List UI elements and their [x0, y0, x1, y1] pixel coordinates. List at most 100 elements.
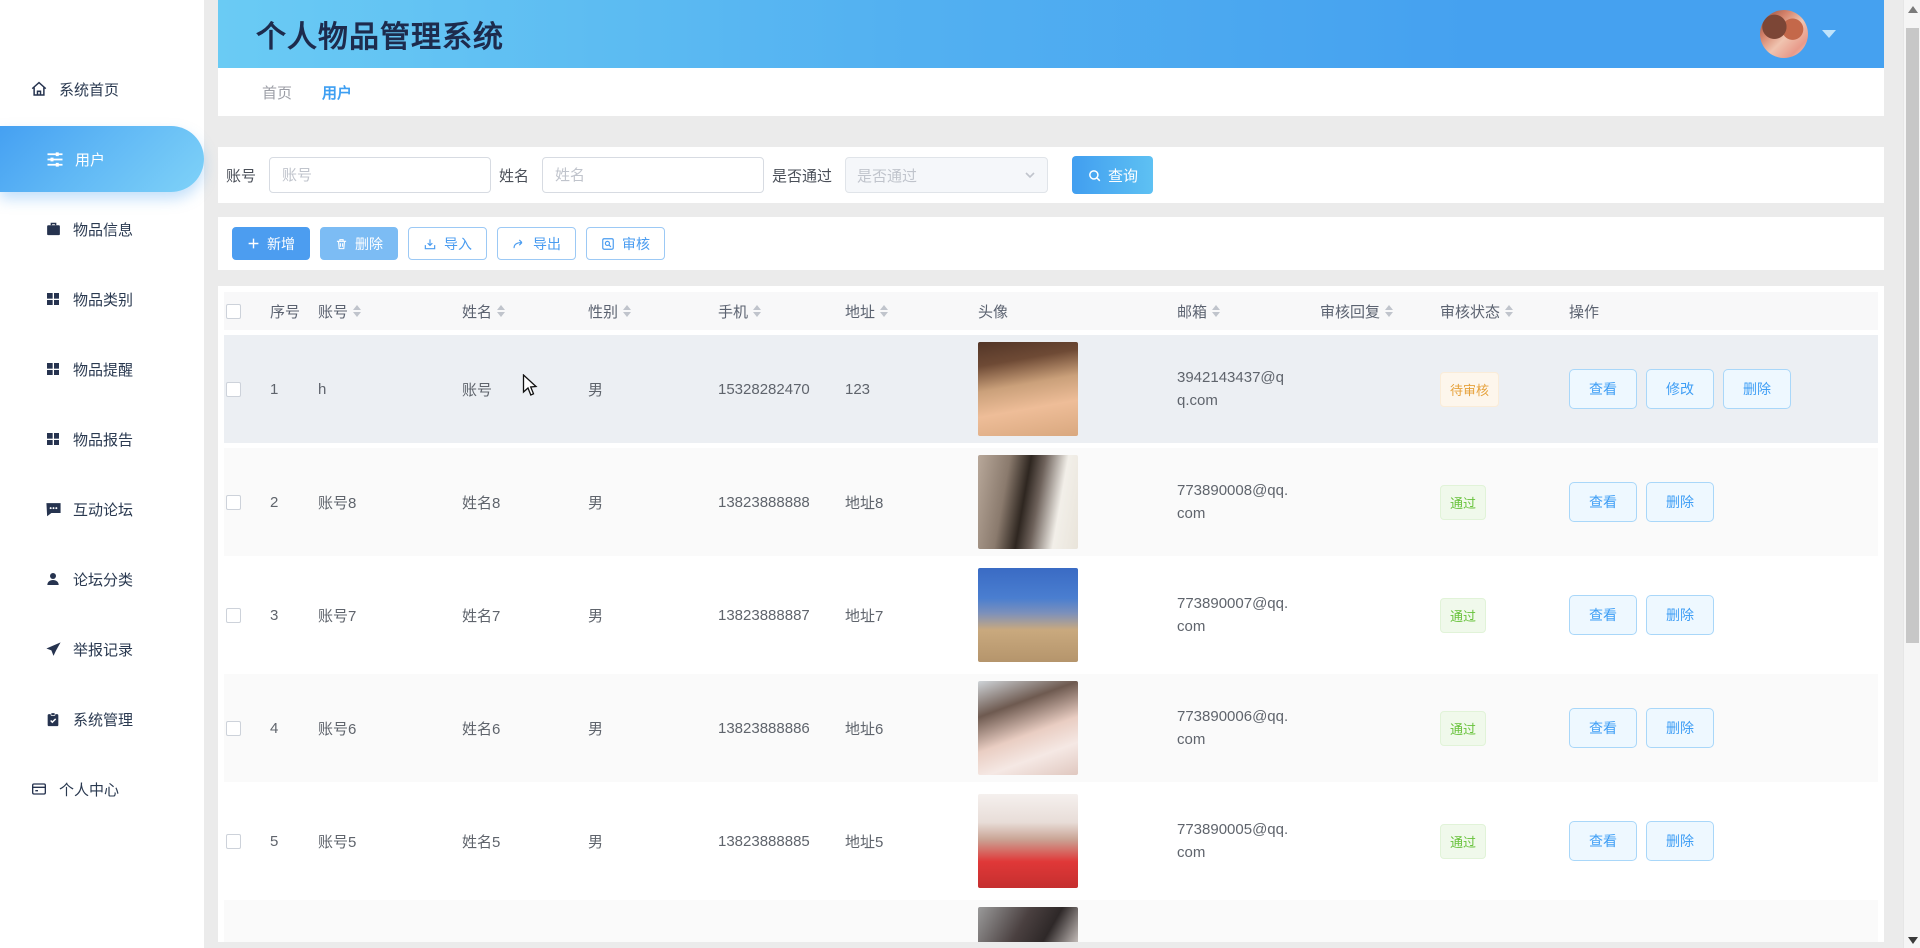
scrollbar[interactable] — [1903, 0, 1920, 948]
sidebar-item-forum[interactable]: 互动论坛 — [0, 474, 204, 544]
view-button[interactable]: 查看 — [1569, 708, 1637, 748]
column-label: 序号 — [270, 303, 301, 321]
row-checkbox[interactable] — [226, 381, 241, 397]
email-text: 773890007@qq.com — [1177, 594, 1289, 635]
review-button-label: 审核 — [622, 235, 650, 252]
tab-home[interactable]: 首页 — [262, 82, 292, 103]
search-button-label: 查询 — [1108, 167, 1139, 185]
sidebar-item-item-report[interactable]: 物品报告 — [0, 404, 204, 474]
sidebar-item-report-records[interactable]: 举报记录 — [0, 614, 204, 684]
cell-gender: 男 — [588, 607, 604, 625]
table-row: 1 h 账号 男 15328282470 123 3942143437@qq.com 待审核 查… — [224, 335, 1878, 443]
name-input[interactable] — [542, 157, 765, 193]
sort-icon[interactable] — [1505, 305, 1514, 317]
scroll-up-icon[interactable] — [1908, 6, 1918, 13]
column-label: 审核状态 — [1440, 303, 1501, 321]
email-text: 3942143437@qq.com — [1177, 368, 1284, 409]
tab-bar: 首页 用户 — [218, 68, 1884, 116]
col-header-phone[interactable]: 手机 — [718, 301, 845, 322]
grid-icon — [44, 430, 62, 448]
avatar-image — [978, 455, 1078, 549]
col-header-review-reply[interactable]: 审核回复 — [1320, 301, 1440, 322]
delete-button[interactable]: 删除 — [1723, 369, 1791, 409]
col-header-name[interactable]: 姓名 — [462, 301, 588, 322]
cell-checkbox — [224, 494, 270, 510]
select-all-checkbox[interactable] — [226, 303, 241, 319]
sidebar-item-forum-category[interactable]: 论坛分类 — [0, 544, 204, 614]
sort-icon[interactable] — [1385, 305, 1394, 317]
row-checkbox[interactable] — [226, 720, 241, 736]
sidebar-item-item-reminder[interactable]: 物品提醒 — [0, 334, 204, 404]
cell-review-status: 通过 — [1440, 710, 1569, 746]
cell-phone: 15328282470 — [718, 380, 810, 398]
chevron-down-icon[interactable] — [1822, 30, 1836, 38]
import-button[interactable]: 导入 — [408, 227, 487, 260]
col-header-email[interactable]: 邮箱 — [1177, 301, 1320, 322]
user-avatar[interactable] — [1760, 10, 1808, 58]
export-icon — [513, 239, 523, 248]
row-checkbox[interactable] — [226, 494, 241, 510]
edit-button[interactable]: 修改 — [1646, 369, 1714, 409]
cell-address: 地址7 — [845, 607, 884, 625]
sidebar-item-label: 论坛分类 — [73, 571, 134, 589]
delete-button[interactable]: 删除 — [1646, 482, 1714, 522]
delete-button[interactable]: 删除 — [1646, 708, 1714, 748]
col-header-review-status[interactable]: 审核状态 — [1440, 301, 1569, 322]
view-button[interactable]: 查看 — [1569, 595, 1637, 635]
cell-name: 姓名5 — [462, 833, 501, 851]
batch-delete-button[interactable]: 删除 — [320, 227, 398, 260]
sidebar-item-item-info[interactable]: 物品信息 — [0, 194, 204, 264]
sort-icon[interactable] — [497, 305, 506, 317]
cell-address: 地址6 — [845, 720, 884, 738]
table-row: 4 账号6 姓名6 男 13823888886 地址6 773890006@qq.com 通过… — [224, 674, 1878, 782]
briefcase-icon — [44, 220, 62, 238]
sort-icon[interactable] — [880, 305, 889, 317]
sidebar-item-system-admin[interactable]: 系统管理 — [0, 684, 204, 754]
pass-select[interactable]: 是否通过 — [845, 157, 1049, 193]
col-header-address[interactable]: 地址 — [845, 301, 978, 322]
cell-checkbox — [224, 607, 270, 623]
cell-email: 773890006@qq.com — [1177, 705, 1320, 752]
scrollbar-thumb[interactable] — [1906, 28, 1919, 643]
sort-icon[interactable] — [353, 305, 362, 317]
sidebar-item-users[interactable]: 用户 — [0, 126, 204, 192]
cell-address: 地址8 — [845, 494, 884, 512]
cell-phone: 13823888887 — [718, 606, 810, 624]
search-button[interactable]: 查询 — [1072, 156, 1154, 194]
sidebar-item-label: 个人中心 — [59, 781, 120, 799]
row-checkbox[interactable] — [226, 607, 241, 623]
col-header-account[interactable]: 账号 — [318, 301, 462, 322]
sort-icon[interactable] — [1212, 305, 1221, 317]
add-button[interactable]: 新增 — [232, 227, 310, 260]
sidebar-item-item-category[interactable]: 物品类别 — [0, 264, 204, 334]
cell-address: 123 — [845, 380, 871, 398]
col-header-gender[interactable]: 性别 — [588, 301, 718, 322]
sidebar-item-personal-center[interactable]: 个人中心 — [0, 754, 204, 824]
sidebar-item-home[interactable]: 系统首页 — [0, 54, 204, 124]
cell-email: 773890007@qq.com — [1177, 592, 1320, 639]
app-header: 个人物品管理系统 — [218, 0, 1884, 68]
export-button-label: 导出 — [533, 235, 561, 252]
view-button[interactable]: 查看 — [1569, 482, 1637, 522]
sort-icon[interactable] — [623, 305, 632, 317]
cell-review-status: 通过 — [1440, 823, 1569, 859]
column-label: 邮箱 — [1177, 303, 1208, 321]
view-button[interactable]: 查看 — [1569, 821, 1637, 861]
export-button[interactable]: 导出 — [497, 227, 576, 260]
sort-icon[interactable] — [753, 305, 762, 317]
delete-button[interactable]: 删除 — [1646, 595, 1714, 635]
column-label: 手机 — [718, 303, 749, 321]
review-button[interactable]: 审核 — [586, 227, 665, 260]
scroll-down-icon[interactable] — [1908, 937, 1918, 944]
avatar-image — [978, 342, 1078, 436]
tab-users[interactable]: 用户 — [322, 82, 352, 103]
row-checkbox[interactable] — [226, 833, 241, 849]
sidebar: 系统首页 用户 物品信息 物品类别物品提醒物品报告 互动论坛论坛分类举报记录 系统管理个人… — [0, 0, 204, 948]
delete-button[interactable]: 删除 — [1646, 821, 1714, 861]
cell-account: 账号5 — [318, 833, 357, 851]
sidebar-item-label: 物品提醒 — [73, 361, 134, 379]
cell-name: 账号 — [462, 381, 493, 399]
column-label: 操作 — [1569, 303, 1600, 321]
view-button[interactable]: 查看 — [1569, 369, 1637, 409]
account-input[interactable] — [269, 157, 492, 193]
